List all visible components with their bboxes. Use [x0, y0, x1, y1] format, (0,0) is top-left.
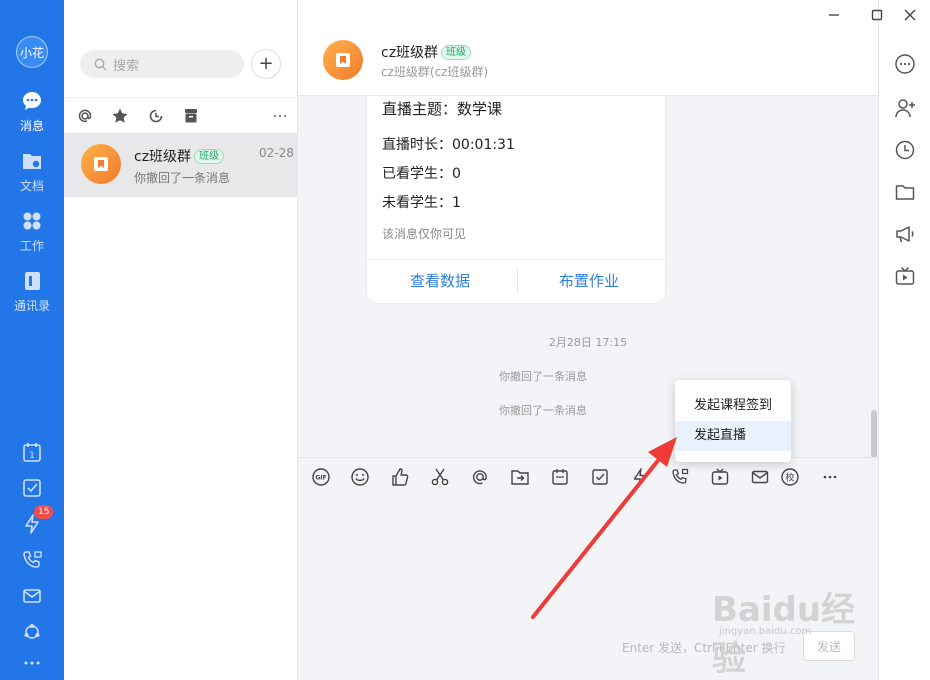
- search-placeholder: 搜索: [113, 58, 140, 74]
- close-icon[interactable]: [902, 7, 918, 23]
- history-icon[interactable]: [147, 107, 165, 125]
- book-icon: [94, 157, 108, 171]
- card-watched: 已看学生：0: [382, 166, 461, 182]
- call-icon[interactable]: [21, 549, 43, 571]
- thumbs-up-icon[interactable]: [390, 467, 410, 487]
- message-icon: [23, 92, 41, 110]
- history-icon[interactable]: [894, 139, 916, 161]
- avatar[interactable]: 小花: [16, 36, 48, 68]
- search-icon: [94, 58, 107, 70]
- start-live-item[interactable]: 发起直播: [675, 421, 791, 451]
- conversation-list-pane: 搜索 + cz班级群 班级 02-28 你撤回了一条消息: [64, 0, 298, 680]
- at-icon[interactable]: [76, 107, 94, 125]
- calendar-icon[interactable]: [550, 467, 570, 487]
- live-icon[interactable]: [710, 467, 730, 487]
- nav-item-work[interactable]: 工作: [0, 210, 64, 266]
- chat-pane: cz班级群 班级 cz班级群(cz班级群) 直播主题：数学课 直播时长：00:01…: [298, 0, 878, 680]
- chat-group-avatar[interactable]: [323, 40, 363, 80]
- nav-label-contacts: 通讯录: [13, 299, 50, 313]
- book-icon: [336, 53, 350, 67]
- work-icon: [23, 212, 41, 230]
- more-icon[interactable]: [21, 652, 43, 674]
- notification-badge: 15: [34, 505, 54, 519]
- filter-bar: [64, 97, 298, 133]
- star-icon[interactable]: [111, 107, 129, 125]
- card-unwatched: 未看学生：1: [382, 195, 461, 211]
- conversation-last-message: 你撤回了一条消息: [134, 171, 231, 185]
- chat-subtitle: cz班级群(cz班级群): [381, 65, 489, 79]
- calendar-icon[interactable]: 1: [21, 441, 43, 463]
- mail-icon[interactable]: [750, 467, 770, 487]
- at-icon[interactable]: [470, 467, 490, 487]
- assign-homework-button[interactable]: 布置作业: [559, 270, 619, 291]
- card-duration: 直播时长：00:01:31: [382, 137, 515, 153]
- task-icon[interactable]: [21, 477, 43, 499]
- network-icon[interactable]: [21, 621, 43, 643]
- card-topic: 直播主题：数学课: [382, 100, 503, 118]
- call-icon[interactable]: [670, 467, 690, 487]
- scissors-icon[interactable]: [430, 467, 450, 487]
- check-icon[interactable]: [590, 467, 610, 487]
- left-nav: 小花 消息 文档 工作 通讯录 1 15: [0, 0, 64, 680]
- maximize-icon[interactable]: [869, 7, 885, 23]
- announcement-icon[interactable]: [894, 223, 916, 245]
- right-sidebar: [878, 0, 930, 680]
- card-divider: [367, 259, 667, 260]
- view-data-button[interactable]: 查看数据: [410, 270, 470, 291]
- conversation-name: cz班级群 班级: [134, 146, 225, 166]
- input-toolbar: GIF 校: [298, 457, 878, 497]
- chat-title-text: cz班级群: [381, 45, 439, 61]
- svg-text:1: 1: [29, 451, 35, 461]
- chat-title: cz班级群 班级: [381, 42, 472, 62]
- school-icon[interactable]: 校: [780, 467, 800, 487]
- conversation-name-text: cz班级群: [134, 149, 192, 165]
- more-icon[interactable]: [820, 467, 840, 487]
- emoji-icon[interactable]: [350, 467, 370, 487]
- message-timestamp: 2月28日 17:15: [548, 336, 628, 349]
- minimize-icon[interactable]: [826, 7, 842, 23]
- folder-icon[interactable]: [894, 181, 916, 203]
- nav-item-documents[interactable]: 文档: [0, 150, 64, 206]
- svg-text:校: 校: [785, 472, 794, 484]
- archive-icon[interactable]: [182, 107, 200, 125]
- add-member-icon[interactable]: [894, 97, 916, 119]
- nav-label-documents: 文档: [19, 179, 44, 193]
- lightning-icon[interactable]: [630, 467, 650, 487]
- folder-send-icon[interactable]: [510, 467, 530, 487]
- card-button-separator: [517, 270, 518, 292]
- nav-label-messages: 消息: [19, 119, 44, 133]
- conversation-time: 02-28: [259, 146, 294, 160]
- more-icon[interactable]: [894, 53, 916, 75]
- nav-label-work: 工作: [19, 239, 44, 253]
- live-icon[interactable]: [894, 265, 916, 287]
- contacts-icon: [25, 272, 40, 290]
- document-icon: [23, 154, 41, 169]
- chat-header: cz班级群 班级 cz班级群(cz班级群): [298, 0, 878, 96]
- watermark: Baidu经验 jingyan.baidu.com: [712, 582, 882, 679]
- class-tag: 班级: [194, 149, 225, 164]
- add-button[interactable]: +: [251, 49, 281, 79]
- nav-item-contacts[interactable]: 通讯录: [0, 270, 64, 326]
- conversation-item[interactable]: cz班级群 班级 02-28 你撤回了一条消息: [64, 133, 297, 197]
- watermark-sub: jingyan.baidu.com: [719, 626, 812, 637]
- more-icon[interactable]: [271, 107, 289, 125]
- svg-text:GIF: GIF: [315, 475, 326, 482]
- live-summary-card: 直播主题：数学课 直播时长：00:01:31 已看学生：0 未看学生：1 该消息…: [366, 96, 667, 304]
- nav-item-messages[interactable]: 消息: [0, 90, 64, 146]
- gif-icon[interactable]: GIF: [311, 467, 331, 487]
- live-popup-menu: 发起课程签到 发起直播: [675, 380, 791, 462]
- mail-icon[interactable]: [21, 585, 43, 607]
- group-avatar: [81, 144, 121, 184]
- start-course-checkin-item[interactable]: 发起课程签到: [675, 391, 791, 421]
- scrollbar[interactable]: [871, 410, 877, 458]
- class-tag: 班级: [441, 45, 472, 60]
- search-input[interactable]: 搜索: [80, 50, 244, 78]
- add-icon: +: [258, 53, 274, 74]
- card-note: 该消息仅你可见: [382, 227, 467, 241]
